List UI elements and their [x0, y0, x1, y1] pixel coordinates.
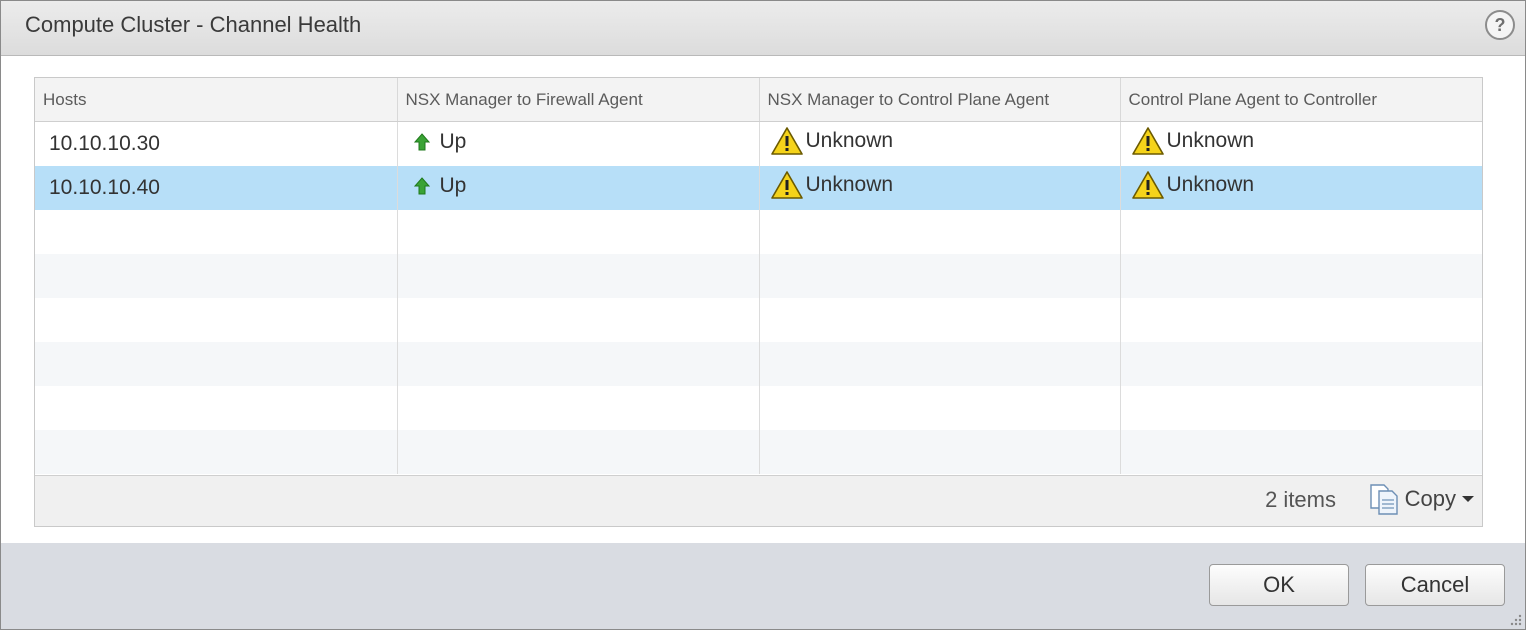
column-header-firewall-agent[interactable]: NSX Manager to Firewall Agent [397, 78, 760, 122]
control-plane-status-cell: Unknown [759, 166, 1121, 210]
table-header-row: Hosts NSX Manager to Firewall Agent NSX … [35, 78, 1482, 122]
table-row[interactable]: 10.10.10.40 Up Unknown Unknown [35, 166, 1482, 210]
channel-health-grid: Hosts NSX Manager to Firewall Agent NSX … [34, 77, 1483, 527]
control-plane-status-cell: Unknown [759, 121, 1121, 166]
empty-row [35, 254, 1482, 298]
cancel-button[interactable]: Cancel [1365, 564, 1505, 606]
host-cell: 10.10.10.40 [35, 166, 398, 210]
channel-health-table: Hosts NSX Manager to Firewall Agent NSX … [35, 78, 1482, 474]
warning-icon [1131, 171, 1164, 199]
dialog-title: Compute Cluster - Channel Health [25, 12, 362, 37]
up-arrow-icon [413, 133, 430, 151]
firewall-status-cell: Up [397, 166, 760, 210]
empty-row [35, 386, 1482, 430]
copy-button[interactable]: Copy [1367, 482, 1474, 516]
ok-button[interactable]: OK [1209, 564, 1349, 606]
warning-icon [770, 127, 803, 155]
column-header-control-plane-agent[interactable]: NSX Manager to Control Plane Agent [759, 78, 1121, 122]
dialog-titlebar: Compute Cluster - Channel Health ? [1, 1, 1525, 56]
empty-row [35, 298, 1482, 342]
chevron-down-icon [1462, 496, 1474, 502]
status-text: Unknown [805, 129, 894, 152]
status-text: Up [439, 130, 467, 153]
controller-status-cell: Unknown [1120, 121, 1482, 166]
grid-footer: 2 items Copy [35, 475, 1482, 526]
warning-icon [1131, 127, 1164, 155]
copy-label: Copy [1404, 486, 1456, 511]
firewall-status-cell: Up [397, 121, 760, 166]
empty-row [35, 430, 1482, 474]
status-text: Unknown [1166, 129, 1255, 152]
host-cell: 10.10.10.30 [35, 121, 398, 166]
item-count: 2 items [1265, 487, 1336, 512]
column-header-controller[interactable]: Control Plane Agent to Controller [1120, 78, 1482, 122]
dialog-button-bar: OK Cancel [1, 543, 1525, 629]
up-arrow-icon [413, 177, 430, 195]
channel-health-dialog: Compute Cluster - Channel Health ? Hosts… [0, 0, 1526, 630]
status-text: Unknown [805, 173, 894, 196]
warning-icon [770, 171, 803, 199]
column-header-hosts[interactable]: Hosts [35, 78, 398, 122]
status-text: Up [439, 174, 467, 197]
table-row[interactable]: 10.10.10.30 Up Unknown Unknown [35, 121, 1482, 166]
status-text: Unknown [1166, 173, 1255, 196]
resize-grip-icon[interactable] [1507, 611, 1523, 627]
copy-document-icon [1369, 484, 1398, 515]
help-icon[interactable]: ? [1485, 10, 1515, 40]
empty-row [35, 210, 1482, 254]
empty-row [35, 342, 1482, 386]
controller-status-cell: Unknown [1120, 166, 1482, 210]
